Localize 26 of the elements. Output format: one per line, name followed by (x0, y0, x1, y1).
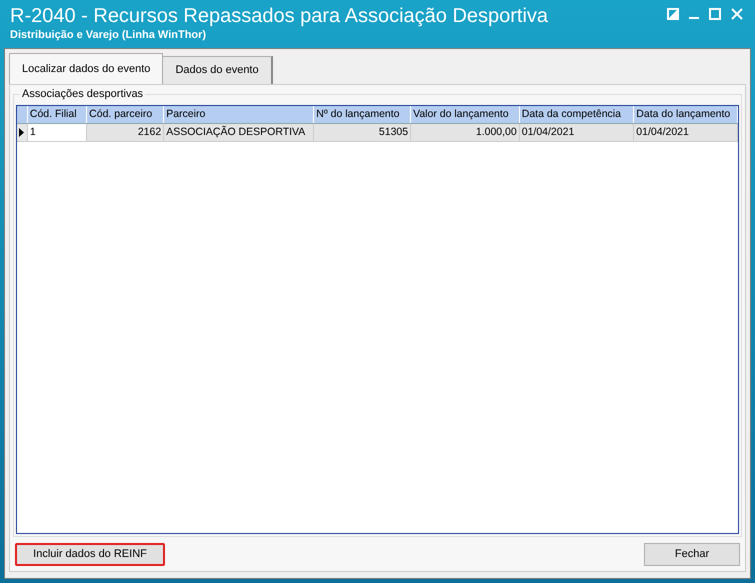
table-cell: 51305 (314, 124, 412, 141)
column-header[interactable]: Valor do lançamento (411, 106, 520, 123)
table-cell: 01/04/2021 (520, 124, 634, 141)
column-header[interactable]: Data do lançamento (634, 106, 738, 123)
column-header[interactable]: Nº do lançamento (314, 106, 412, 123)
close-icon[interactable] (731, 8, 743, 20)
column-header[interactable]: Data da competência (520, 106, 634, 123)
window-subtitle: Distribuição e Varejo (Linha WinThor) (10, 28, 208, 42)
maximize-icon[interactable] (709, 8, 721, 20)
restore-icon[interactable] (667, 8, 679, 20)
table-cell: 1 (28, 124, 88, 141)
column-header[interactable]: Parceiro (164, 106, 314, 123)
tab[interactable]: Dados do evento (163, 56, 273, 84)
window-title: R-2040 - Recursos Repassados para Associação Desportiva (10, 4, 548, 28)
column-header[interactable]: Cód. parceiro (87, 106, 164, 123)
group-title: Associações desportivas (20, 87, 146, 101)
column-header[interactable]: Cód. Filial (28, 106, 88, 123)
table-cell: ASSOCIAÇÃO DESPORTIVA (164, 124, 314, 141)
table-cell: 1.000,00 (411, 124, 520, 141)
close-button[interactable]: Fechar (644, 542, 740, 566)
table-cell: 2162 (87, 124, 164, 141)
include-button[interactable]: Incluir dados do REINF (15, 542, 165, 566)
table-cell: 01/04/2021 (634, 124, 738, 141)
tab[interactable]: Localizar dados do evento (9, 53, 164, 84)
row-pointer-icon (19, 128, 24, 137)
table-row[interactable]: 1 2162 ASSOCIAÇÃO DESPORTIVA 51305 1.000,00 01/04/2021 01/04/2021 (17, 124, 738, 142)
